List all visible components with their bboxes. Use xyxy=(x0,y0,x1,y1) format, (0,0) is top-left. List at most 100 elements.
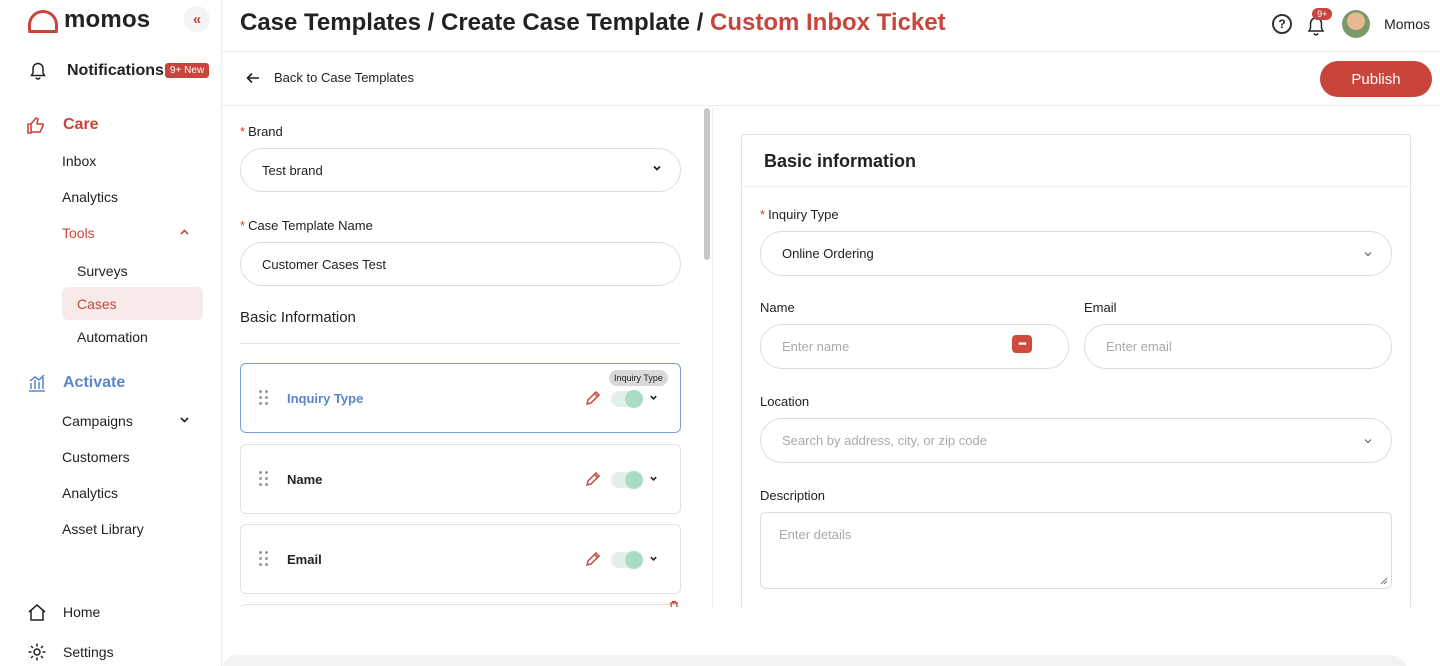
inquiry-type-select[interactable]: Online Ordering xyxy=(760,231,1392,276)
field-enabled-toggle[interactable] xyxy=(611,551,643,569)
breadcrumb-separator: / xyxy=(690,9,711,36)
nav-tools[interactable]: Tools xyxy=(62,225,95,241)
logo[interactable]: momos xyxy=(28,6,150,34)
nav-customers[interactable]: Customers xyxy=(62,449,130,465)
inquiry-type-label: * Inquiry Type xyxy=(760,207,839,222)
required-marker: * xyxy=(240,124,246,139)
name-placeholder: Enter name xyxy=(782,339,850,354)
pencil-icon[interactable] xyxy=(585,390,601,406)
field-card-inquiry-type[interactable]: Inquiry Type Inquiry Type xyxy=(240,363,681,433)
breadcrumb-create-case-template[interactable]: Create Case Template xyxy=(441,9,690,36)
pencil-icon[interactable] xyxy=(585,551,601,567)
gear-icon xyxy=(27,642,47,662)
field-card-name[interactable]: Name xyxy=(240,444,681,514)
chevron-down-icon xyxy=(653,165,661,171)
arrow-left-icon xyxy=(246,72,259,83)
pane-divider xyxy=(712,107,713,607)
name-input[interactable]: Enter name ••• xyxy=(760,324,1069,369)
help-icon[interactable]: ? xyxy=(1272,14,1293,34)
nav-notifications-label: Notifications xyxy=(67,62,164,79)
publish-button[interactable]: Publish xyxy=(1320,61,1432,97)
password-manager-icon[interactable]: ••• xyxy=(1012,335,1032,353)
chevron-down-icon[interactable] xyxy=(649,393,658,402)
required-marker: * xyxy=(240,218,246,233)
description-textarea[interactable]: Enter details xyxy=(760,512,1392,589)
activate-chart-icon xyxy=(28,374,46,392)
description-label: Description xyxy=(760,488,826,503)
chevron-down-icon xyxy=(1364,439,1372,444)
header-actions: ? 9+ Momos xyxy=(1272,8,1430,38)
chevron-down-icon xyxy=(1364,252,1372,257)
inquiry-type-label-text: Inquiry Type xyxy=(768,207,839,222)
chevron-down-icon[interactable] xyxy=(180,417,189,423)
preview-divider xyxy=(742,186,1410,187)
email-input[interactable]: Enter email xyxy=(1084,324,1392,369)
nav-cases[interactable]: Cases xyxy=(77,296,117,312)
user-name[interactable]: Momos xyxy=(1384,16,1430,32)
nav-surveys[interactable]: Surveys xyxy=(77,263,128,279)
resize-handle-icon[interactable] xyxy=(1380,577,1388,585)
required-marker: * xyxy=(760,207,766,222)
nav-automation[interactable]: Automation xyxy=(77,329,148,345)
nav-activate-analytics[interactable]: Analytics xyxy=(62,485,118,501)
chevron-up-icon[interactable] xyxy=(180,229,189,235)
brand-select-value: Test brand xyxy=(262,162,323,178)
section-heading-basic-information: Basic Information xyxy=(240,309,356,326)
nav-settings[interactable]: Settings xyxy=(27,642,114,662)
description-placeholder: Enter details xyxy=(779,527,852,542)
nav-care-analytics[interactable]: Analytics xyxy=(62,189,118,205)
notifications-new-badge: 9+ New xyxy=(165,63,210,78)
logo-text: momos xyxy=(64,6,151,33)
nav-home[interactable]: Home xyxy=(27,603,100,621)
brand-label-text: Brand xyxy=(248,124,283,139)
email-placeholder: Enter email xyxy=(1106,339,1172,354)
field-card-partial[interactable] xyxy=(240,604,681,607)
nav-inbox[interactable]: Inbox xyxy=(62,153,96,169)
care-thumbs-icon xyxy=(26,115,46,135)
drag-handle-icon[interactable] xyxy=(259,471,268,486)
sidebar: momos « Notifications 9+ New Care Inbox … xyxy=(0,0,222,666)
brand-select[interactable]: Test brand xyxy=(240,148,681,192)
field-enabled-toggle[interactable] xyxy=(611,390,643,408)
trash-icon[interactable] xyxy=(668,600,680,607)
breadcrumb-case-templates[interactable]: Case Templates xyxy=(240,9,421,36)
avatar[interactable] xyxy=(1342,10,1371,38)
chevron-down-icon[interactable] xyxy=(649,554,658,563)
section-divider xyxy=(240,343,681,344)
sub-header: Back to Case Templates Publish xyxy=(222,52,1440,106)
collapse-sidebar-button[interactable]: « xyxy=(184,6,210,32)
pencil-icon[interactable] xyxy=(585,471,601,487)
nav-notifications[interactable]: Notifications xyxy=(30,62,164,80)
home-icon xyxy=(27,603,47,621)
form-preview-pane: Basic information * Inquiry Type Online O… xyxy=(741,134,1411,607)
nav-care[interactable]: Care xyxy=(26,115,99,135)
drag-handle-icon[interactable] xyxy=(259,390,268,405)
app-root: momos « Notifications 9+ New Care Inbox … xyxy=(0,0,1440,666)
field-card-email[interactable]: Email xyxy=(240,524,681,594)
nav-home-label: Home xyxy=(63,604,101,620)
nav-settings-label: Settings xyxy=(63,644,114,660)
nav-activate[interactable]: Activate xyxy=(28,374,125,392)
nav-asset-library[interactable]: Asset Library xyxy=(62,521,144,537)
name-label: Name xyxy=(760,300,795,315)
bell-icon xyxy=(30,62,46,80)
momos-logo-icon xyxy=(28,10,58,33)
nav-campaigns[interactable]: Campaigns xyxy=(62,413,133,429)
header-notifications-button[interactable]: 9+ xyxy=(1306,8,1333,36)
inquiry-type-value: Online Ordering xyxy=(782,246,874,261)
breadcrumb-current: Custom Inbox Ticket xyxy=(710,9,946,36)
breadcrumb-separator: / xyxy=(420,9,441,36)
drag-handle-icon[interactable] xyxy=(259,551,268,566)
location-select[interactable]: Search by address, city, or zip code xyxy=(760,418,1392,463)
nav-activate-label: Activate xyxy=(63,374,126,391)
nav-care-label: Care xyxy=(63,116,99,133)
builder-scrollbar[interactable] xyxy=(704,108,710,260)
field-card-label: Inquiry Type xyxy=(287,391,364,406)
template-name-input[interactable]: Customer Cases Test xyxy=(240,242,681,286)
tooltip: Inquiry Type xyxy=(609,370,668,386)
field-enabled-toggle[interactable] xyxy=(611,471,643,489)
brand-field-label: * Brand xyxy=(240,124,283,139)
back-link[interactable]: Back to Case Templates xyxy=(246,70,414,85)
location-label: Location xyxy=(760,394,810,409)
chevron-down-icon[interactable] xyxy=(649,474,658,483)
